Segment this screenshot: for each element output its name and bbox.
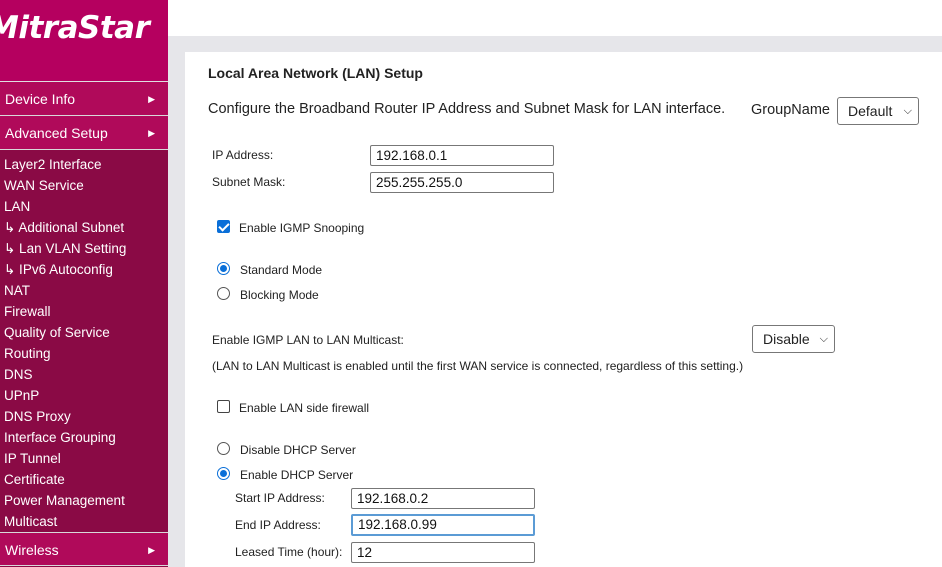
sidebar-item-ip-tunnel[interactable]: IP Tunnel <box>0 448 168 469</box>
start-ip-label: Start IP Address: <box>235 491 325 505</box>
sidebar-item-routing[interactable]: Routing <box>0 343 168 364</box>
brand-logo: MitraStar <box>0 0 168 82</box>
sidebar-item-multicast[interactable]: Multicast <box>0 511 168 532</box>
sidebar-item-ipv6-autoconfig[interactable]: ↳ IPv6 Autoconfig <box>0 259 168 280</box>
chevron-down-icon: ⌵ <box>819 333 828 345</box>
igmp-snooping-checkbox[interactable] <box>217 220 230 233</box>
top-bar <box>168 0 942 36</box>
lan-firewall-label: Enable LAN side firewall <box>239 401 370 415</box>
sidebar-item-upnp[interactable]: UPnP <box>0 385 168 406</box>
subnet-mask-value: 255.255.255.0 <box>376 175 463 190</box>
logo-text: MitraStar <box>0 10 150 46</box>
lease-time-input[interactable]: 12 <box>351 542 535 563</box>
end-ip-label: End IP Address: <box>235 518 321 532</box>
lan-multicast-value: Disable <box>763 331 810 347</box>
sidebar-item-dns-proxy[interactable]: DNS Proxy <box>0 406 168 427</box>
menu-wireless[interactable]: Wireless ▶ <box>0 532 168 566</box>
chevron-down-icon: ⌵ <box>903 105 912 117</box>
start-ip-value: 192.168.0.2 <box>357 491 429 506</box>
start-ip-input[interactable]: 192.168.0.2 <box>351 488 535 509</box>
lan-multicast-note: (LAN to LAN Multicast is enabled until t… <box>212 359 744 373</box>
sidebar-item-wan-service[interactable]: WAN Service <box>0 175 168 196</box>
advanced-submenu: Layer2 Interface WAN Service LAN ↳ Addit… <box>0 150 168 532</box>
sidebar-item-interface-grouping[interactable]: Interface Grouping <box>0 427 168 448</box>
sidebar-item-dns[interactable]: DNS <box>0 364 168 385</box>
menu-advanced-setup[interactable]: Advanced Setup ▶ <box>0 116 168 150</box>
menu-advanced-setup-label: Advanced Setup <box>5 125 108 141</box>
end-ip-value: 192.168.0.99 <box>358 517 437 532</box>
menu-wireless-label: Wireless <box>5 542 59 558</box>
sidebar-item-layer2-interface[interactable]: Layer2 Interface <box>0 154 168 175</box>
sidebar-item-quality-of-service[interactable]: Quality of Service <box>0 322 168 343</box>
standard-mode-label: Standard Mode <box>240 263 323 277</box>
blocking-mode-label: Blocking Mode <box>240 288 319 302</box>
caret-right-icon: ▶ <box>148 94 155 104</box>
igmp-snooping-label: Enable IGMP Snooping <box>239 221 365 235</box>
ip-address-label: IP Address: <box>212 148 274 162</box>
lease-time-value: 12 <box>357 545 373 560</box>
subnet-mask-input[interactable]: 255.255.255.0 <box>370 172 554 193</box>
end-ip-input[interactable]: 192.168.0.99 <box>351 514 535 536</box>
sidebar-item-lan[interactable]: LAN <box>0 196 168 217</box>
lan-firewall-checkbox[interactable] <box>217 400 230 413</box>
group-name-value: Default <box>848 103 893 119</box>
page-description: Configure the Broadband Router IP Addres… <box>208 101 726 117</box>
caret-right-icon: ▶ <box>148 128 155 138</box>
lan-setup-panel: Local Area Network (LAN) Setup Configure… <box>185 52 942 567</box>
menu-device-info-label: Device Info <box>5 91 76 107</box>
sidebar: MitraStar Device Info ▶ Advanced Setup ▶… <box>0 0 168 567</box>
menu-device-info[interactable]: Device Info ▶ <box>0 82 168 116</box>
ip-address-input[interactable]: 192.168.0.1 <box>370 145 554 166</box>
sidebar-item-additional-subnet[interactable]: ↳ Additional Subnet <box>0 217 168 238</box>
blocking-mode-radio[interactable] <box>217 287 230 300</box>
ip-address-value: 192.168.0.1 <box>376 148 448 163</box>
disable-dhcp-label: Disable DHCP Server <box>240 443 356 457</box>
sidebar-item-certificate[interactable]: Certificate <box>0 469 168 490</box>
enable-dhcp-label: Enable DHCP Server <box>240 468 354 482</box>
sidebar-item-nat[interactable]: NAT <box>0 280 168 301</box>
standard-mode-radio[interactable] <box>217 262 230 275</box>
lan-multicast-label: Enable IGMP LAN to LAN Multicast: <box>212 333 404 347</box>
group-name-label: GroupName <box>751 102 830 118</box>
page-title: Local Area Network (LAN) Setup <box>208 65 423 81</box>
caret-right-icon: ▶ <box>148 545 155 555</box>
lan-multicast-select[interactable]: Disable ⌵ <box>752 325 835 353</box>
sidebar-item-firewall[interactable]: Firewall <box>0 301 168 322</box>
disable-dhcp-radio[interactable] <box>217 442 230 455</box>
sidebar-item-lan-vlan-setting[interactable]: ↳ Lan VLAN Setting <box>0 238 168 259</box>
subnet-mask-label: Subnet Mask: <box>212 175 286 189</box>
group-name-select[interactable]: Default ⌵ <box>837 97 919 125</box>
sidebar-item-power-management[interactable]: Power Management <box>0 490 168 511</box>
lease-time-label: Leased Time (hour): <box>235 545 343 559</box>
enable-dhcp-radio[interactable] <box>217 467 230 480</box>
